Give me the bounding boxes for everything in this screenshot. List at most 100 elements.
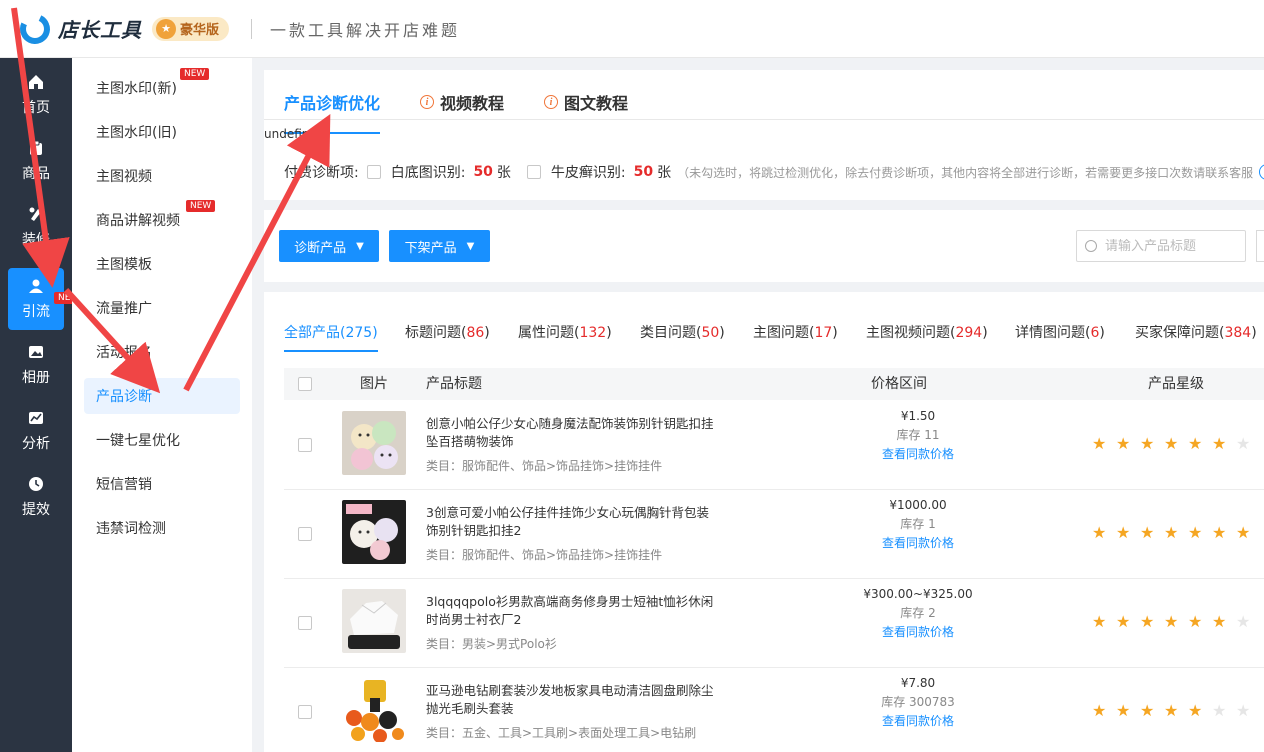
submenu-item-promotion[interactable]: 流量推广 [84,290,240,326]
star-filled-icon: ★ [1188,701,1203,720]
nav-item-home[interactable]: 首页 [0,64,72,126]
compare-price-link[interactable]: 查看同款价格 [828,445,1008,464]
nav-label: 相册 [22,370,50,386]
row-checkbox[interactable] [298,527,312,541]
table-row: 创意小帕公仔少女心随身魔法配饰装饰别针钥匙扣挂坠百搭萌物装饰 类目：服饰配件、饰… [284,401,1264,490]
star-filled-icon: ★ [1164,612,1179,631]
tabs-divider [264,119,1264,120]
compare-price-link[interactable]: 查看同款价格 [828,712,1008,731]
product-title[interactable]: 亚马逊电钻刷套装沙发地板家具电动清洁圆盘刷除尘抛光毛刷头套装 [426,682,716,718]
filter-detail-image[interactable]: 详情图问题(6) [1015,322,1105,342]
submenu-item-events[interactable]: 活动报名 [84,334,240,370]
star-empty-icon: ★ [1236,701,1251,720]
vip-badge: ★ 豪华版 [152,16,230,41]
submenu-label: 流量推广 [96,301,152,317]
row-checkbox[interactable] [298,438,312,452]
nav-item-products[interactable]: 商品 [0,130,72,192]
star-rating: ★ ★ ★ ★ ★ ★ ★ [1092,524,1260,542]
filter-count: 275 [345,325,373,341]
submenu-label: 商品讲解视频 [96,213,180,229]
filter-main-image[interactable]: 主图问题(17) [753,322,838,342]
filter-attribute[interactable]: 属性问题(132) [518,322,612,342]
search-icon [1085,240,1097,252]
submenu-label: 一键七星优化 [96,433,180,449]
submenu-item-product-video[interactable]: 商品讲解视频 [84,202,240,238]
psoriasis-checkbox[interactable] [526,165,541,179]
brand-name: 店长工具 [58,18,142,42]
info-icon: i [544,95,558,109]
product-title[interactable]: 创意小帕公仔少女心随身魔法配饰装饰别针钥匙扣挂坠百搭萌物装饰 [426,415,716,451]
product-category: 类目：男装>男式Polo衫 [426,637,557,651]
product-category: 类目：五金、工具>工具刷>表面处理工具>电钻刷 [426,726,697,740]
filter-buyer-protection[interactable]: 买家保障问题(384) [1135,322,1257,342]
product-title[interactable]: 3创意可爱小帕公仔挂件挂饰少女心玩偶胸针背包装饰别针钥匙扣挂2 [426,504,716,540]
filter-title[interactable]: 标题问题(86) [405,322,490,342]
row-checkbox[interactable] [298,705,312,719]
new-tag: NEW [186,200,216,212]
white-bg-label: 白底图识别: [390,165,466,181]
tab-label: 产品诊断优化 [284,94,381,113]
search-input[interactable] [1105,238,1235,254]
product-thumbnail[interactable] [342,589,406,653]
unit-label: 张 [657,165,672,181]
tab-video-tutorial[interactable]: i 视频教程 [420,84,504,120]
paid-label: 付费诊断项: [284,165,359,181]
tab-product-diagnosis[interactable]: 产品诊断优化 [284,84,381,134]
star-filled-icon: ★ [1140,434,1155,453]
submenu-item-main-video[interactable]: 主图视频 [84,158,240,194]
psoriasis-count: 50 [633,164,654,180]
filter-count: 17 [814,325,833,341]
filter-label: 主图视频问题( [866,325,956,341]
product-thumbnail[interactable] [342,500,406,564]
submenu-label: 主图模板 [96,257,152,273]
offshelf-products-button[interactable]: 下架产品 ▼ [389,230,490,262]
filter-label: 标题问题( [405,325,467,341]
price-value: ¥1.50 [900,409,936,423]
submenu-item-watermark-old[interactable]: 主图水印(旧) [84,114,240,150]
price-cell: ¥1000.00 库存 1 查看同款价格 [828,496,1008,553]
paid-diagnosis-row: 付费诊断项: 白底图识别: 50 张 牛皮癣识别: 50 张 （未勾选时，将跳过… [284,162,1264,182]
stock-value: 库存 2 [900,606,936,620]
submenu-item-sms[interactable]: 短信营销 [84,466,240,502]
star-filled-icon: ★ [1116,701,1131,720]
diagnose-products-button[interactable]: 诊断产品 ▼ [279,230,379,262]
nav-label: 首页 [22,100,50,116]
compare-price-link[interactable]: 查看同款价格 [828,534,1008,553]
tab-text-tutorial[interactable]: i 图文教程 [544,84,628,120]
nav-label: 商品 [22,166,50,182]
nav-item-analytics[interactable]: 分析 [0,400,72,462]
logo-icon [15,9,55,48]
filter-label: 详情图问题( [1015,325,1091,341]
product-thumbnail[interactable] [342,678,406,742]
submenu-item-banned-words[interactable]: 违禁词检测 [84,510,240,546]
nav-item-efficiency[interactable]: 提效 [0,466,72,528]
compare-price-link[interactable]: 查看同款价格 [828,623,1008,642]
filter-main-video[interactable]: 主图视频问题(294) [866,322,988,342]
nav-item-decorate[interactable]: 装修 [0,196,72,258]
price-cell: ¥7.80 库存 300783 查看同款价格 [828,674,1008,731]
primary-nav: 首页 商品 装修 引流 NEW 相册 分析 提效 [0,58,84,752]
filter-paren: ) [484,325,490,341]
submenu-item-template[interactable]: 主图模板 [84,246,240,282]
select-all-checkbox[interactable] [298,377,312,391]
submenu-item-diagnosis[interactable]: 产品诊断 [84,378,240,414]
filter-paren: ) [719,325,725,341]
submenu-item-seven-star[interactable]: 一键七星优化 [84,422,240,458]
help-icon[interactable] [1259,164,1264,180]
filter-select[interactable] [1256,230,1264,262]
nav-item-album[interactable]: 相册 [0,334,72,396]
submenu-item-watermark-new[interactable]: 主图水印(新) [84,70,240,106]
filter-all[interactable]: 全部产品(275) [284,322,378,352]
star-filled-icon: ★ [1092,701,1107,720]
product-thumbnail[interactable] [342,411,406,475]
row-checkbox[interactable] [298,616,312,630]
white-bg-checkbox[interactable] [366,165,381,179]
filter-paren: ) [1099,325,1105,341]
stock-value: 库存 1 [900,517,936,531]
product-title[interactable]: 3lqqqqpolo衫男款高端商务修身男士短袖t恤衫休闲时尚男士衬衣厂2 [426,593,716,629]
filter-category[interactable]: 类目问题(50) [640,322,725,342]
nav-label: 提效 [22,502,50,518]
star-filled-icon: ★ [1212,612,1227,631]
psoriasis-label: 牛皮癣识别: [550,165,626,181]
filter-paren: ) [372,325,378,341]
